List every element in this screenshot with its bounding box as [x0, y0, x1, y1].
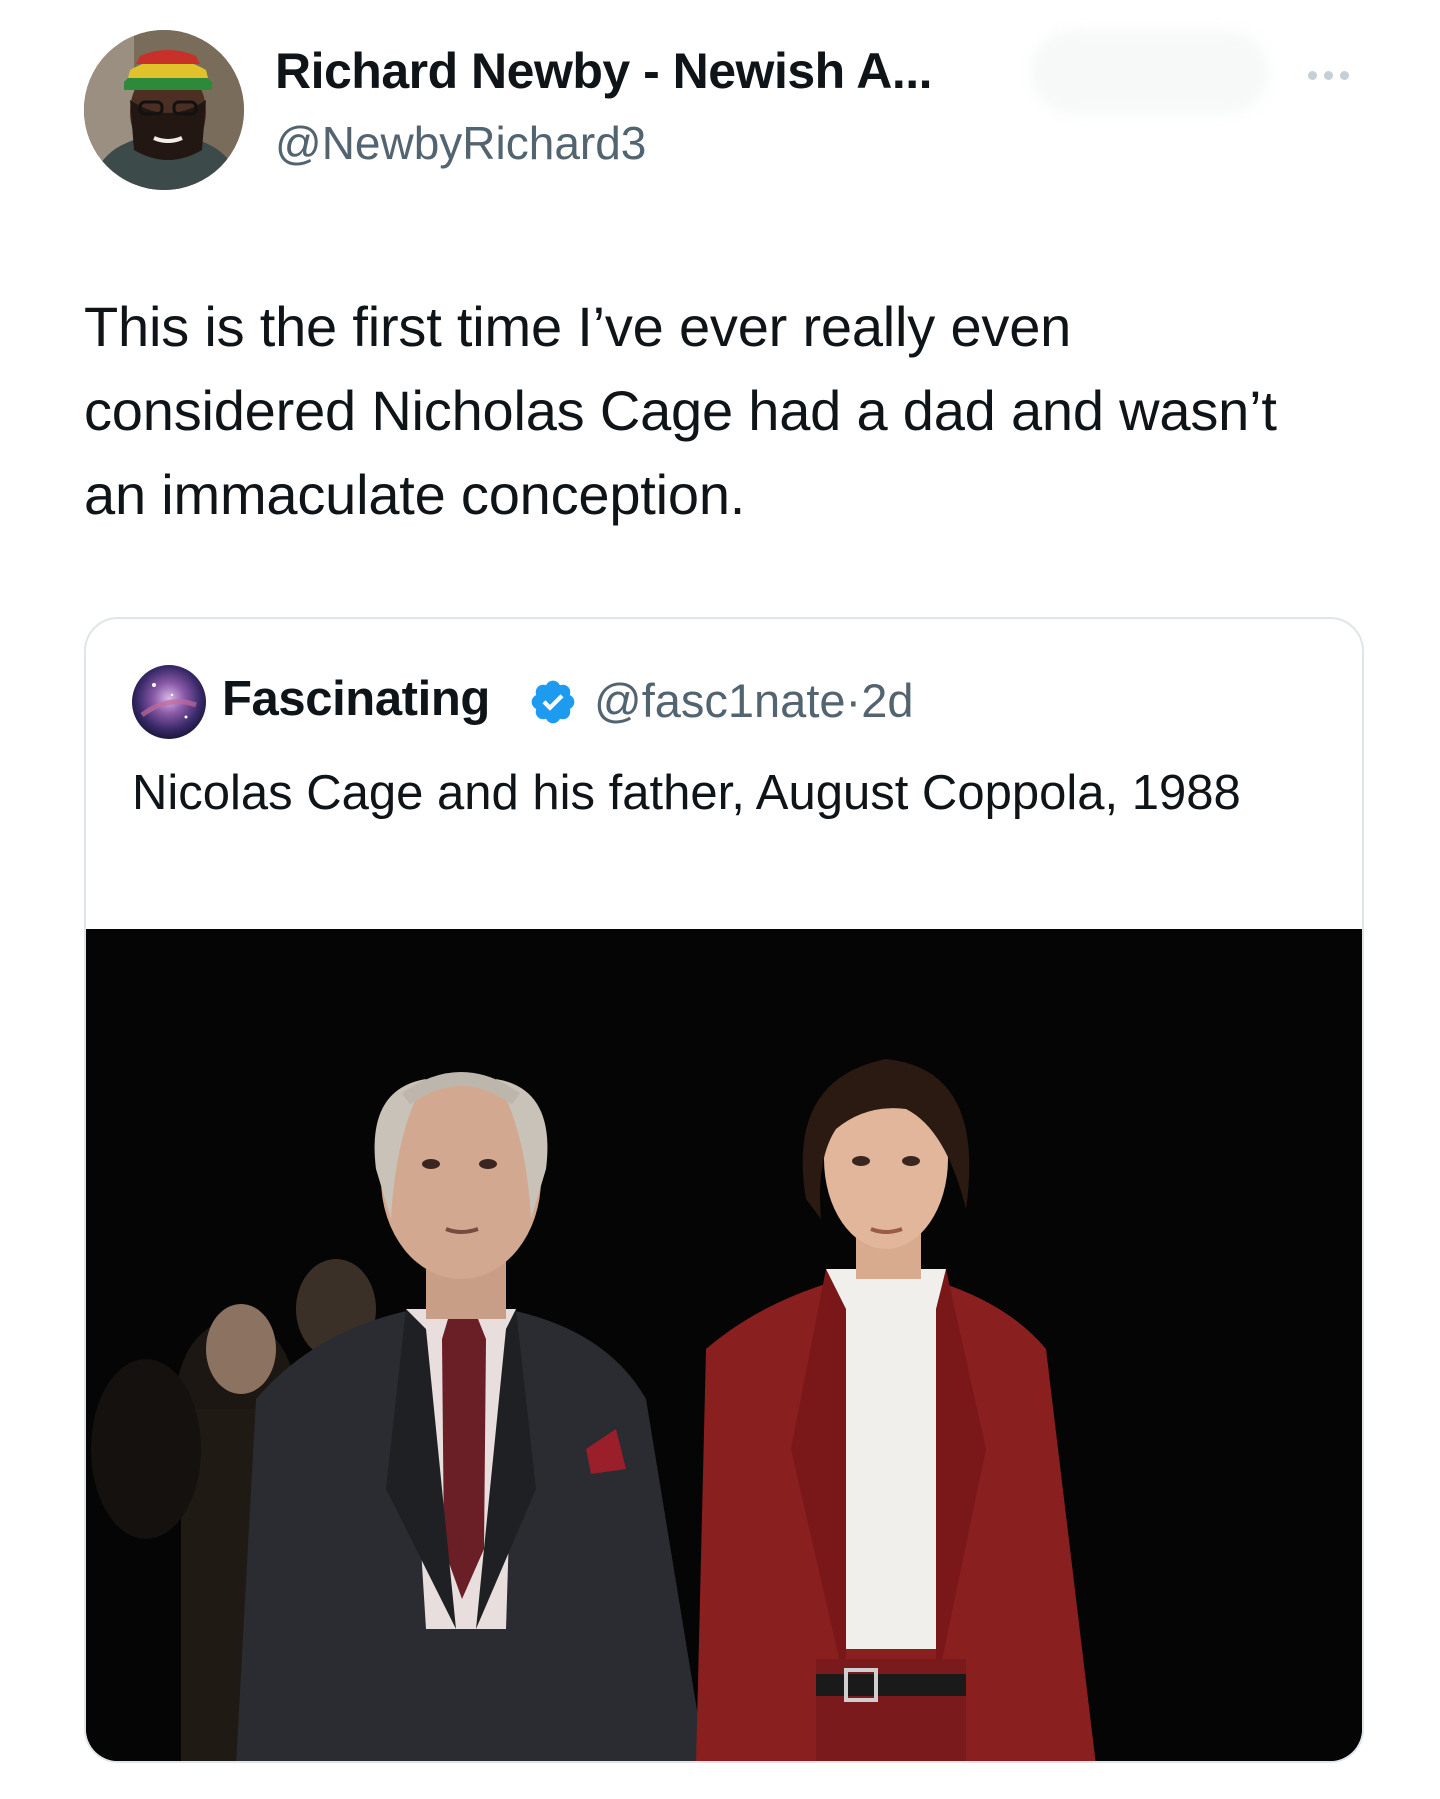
quoted-author-name[interactable]: Fascinating — [222, 671, 490, 727]
tweet: Richard Newby - Newish A... @NewbyRichar… — [0, 0, 1440, 1799]
tweet-text: This is the first time I’ve ever really … — [84, 295, 1277, 526]
photo-image — [86, 929, 1362, 1761]
verified-badge-icon — [531, 680, 575, 724]
meta-separator: · — [845, 674, 862, 727]
author-avatar[interactable] — [84, 30, 244, 190]
more-dot — [1339, 70, 1349, 80]
galaxy-avatar-image — [132, 665, 206, 739]
more-options-icon[interactable] — [1298, 60, 1358, 90]
quoted-meta: @fasc1nate·2d — [594, 673, 913, 728]
quoted-tweet[interactable]: Fascinating @fasc1nate·2d Nicolas Cage a… — [84, 617, 1364, 1763]
quoted-tweet-photo[interactable] — [86, 929, 1362, 1761]
author-handle[interactable]: @NewbyRichard3 — [275, 116, 646, 170]
more-dot — [1307, 70, 1317, 80]
author-avatar-image — [84, 30, 244, 190]
author-name[interactable]: Richard Newby - Newish A... — [275, 42, 933, 100]
more-dot — [1323, 70, 1333, 80]
quoted-author-handle[interactable]: @fasc1nate — [594, 674, 846, 727]
follow-button[interactable] — [1030, 30, 1270, 114]
quoted-author-avatar[interactable] — [132, 665, 206, 739]
quoted-timestamp[interactable]: 2d — [861, 674, 913, 727]
quoted-tweet-text: Nicolas Cage and his father, August Copp… — [132, 766, 1241, 820]
